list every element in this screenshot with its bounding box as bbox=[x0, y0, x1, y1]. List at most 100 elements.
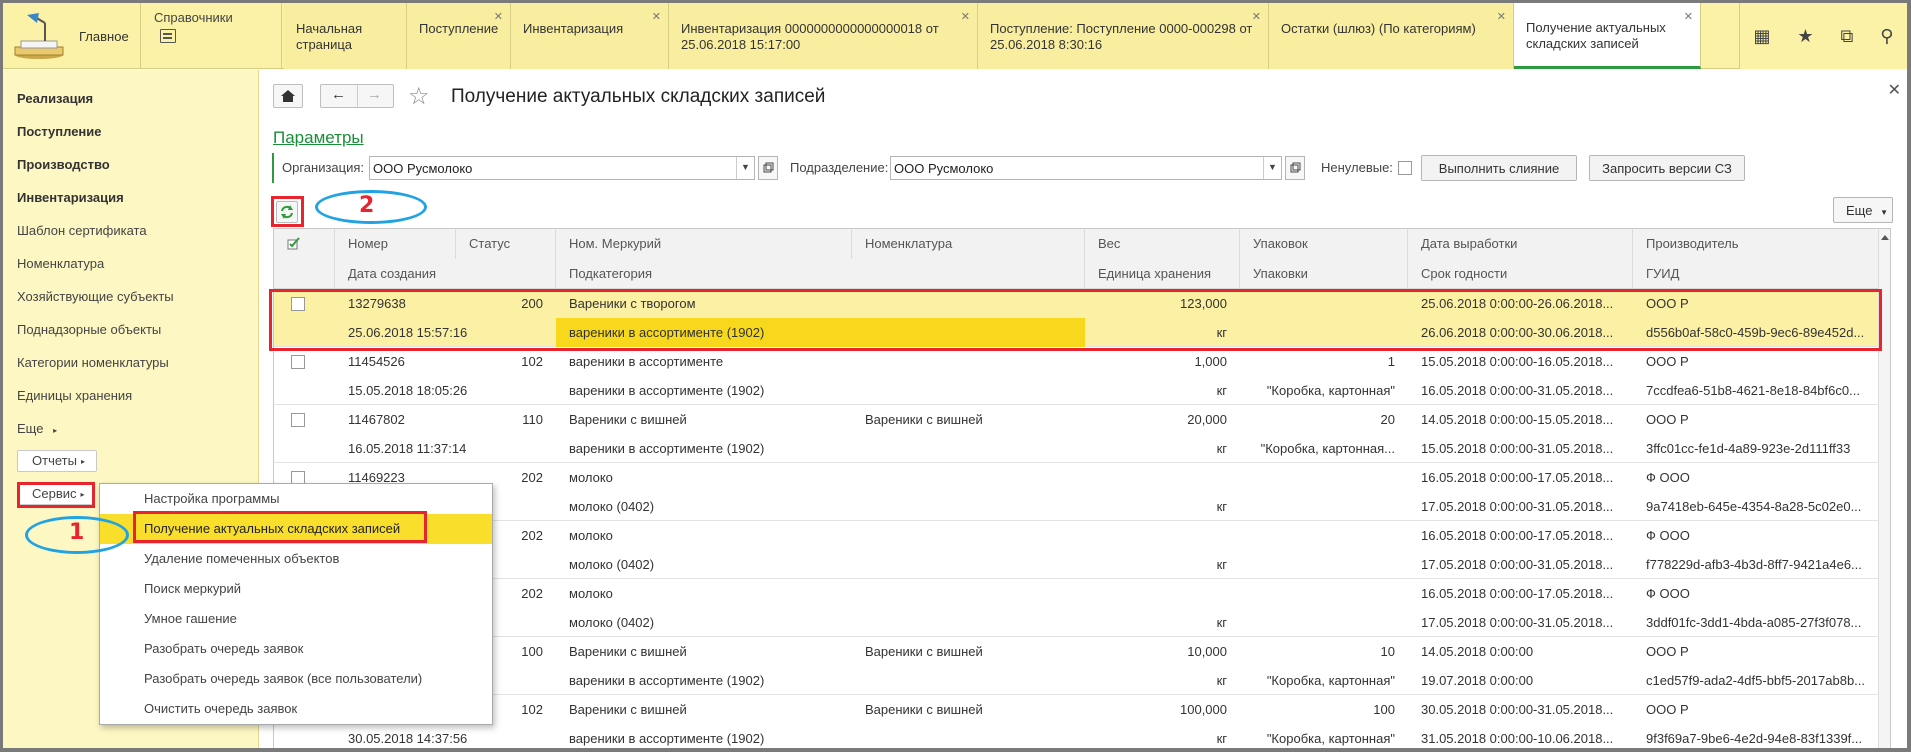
cell-unit[interactable]: кг bbox=[1085, 666, 1240, 695]
cell-expiry[interactable]: 15.05.2018 0:00:00-31.05.2018... bbox=[1408, 434, 1633, 463]
open-icon[interactable] bbox=[1285, 156, 1305, 180]
cell-maker[interactable]: ООО Р bbox=[1633, 637, 1880, 666]
cell-guid[interactable]: 9a7418eb-645e-4354-8a28-5c02e0... bbox=[1633, 492, 1880, 521]
table-row[interactable]: 11454526 102 вареники в ассортименте 1,000 1… bbox=[274, 347, 1890, 405]
cell-pack-type[interactable]: "Коробка, картонная" bbox=[1240, 666, 1408, 695]
header-production-date[interactable]: Дата выработки bbox=[1408, 229, 1633, 259]
menu-item-process-queue[interactable]: Разобрать очередь заявок bbox=[100, 634, 492, 664]
cell-packs[interactable]: 10 bbox=[1240, 637, 1408, 666]
parameters-link[interactable]: Параметры bbox=[273, 128, 364, 148]
sidebar-item-nomenclature[interactable]: Номенклатура bbox=[17, 256, 104, 271]
cell-nom[interactable]: Вареники с вишней bbox=[852, 405, 1085, 434]
cell-subcat[interactable]: вареники в ассортименте (1902) bbox=[556, 666, 1085, 695]
cell-weight[interactable]: 10,000 bbox=[1085, 637, 1240, 666]
cell-packs[interactable]: 20 bbox=[1240, 405, 1408, 434]
sidebar-section-inventory[interactable]: Инвентаризация bbox=[17, 190, 124, 205]
cell-merc[interactable]: вареники в ассортименте bbox=[556, 347, 852, 376]
cell-guid[interactable]: f778229d-afb3-4b3d-8ff7-9421a4e6... bbox=[1633, 550, 1880, 579]
cell-unit[interactable]: кг bbox=[1085, 550, 1240, 579]
tab-receipt[interactable]: Поступление ✕ bbox=[407, 3, 511, 69]
home-section[interactable]: Главное bbox=[3, 3, 141, 69]
table-row[interactable]: 100 Вареники с вишней Вареники с вишней 10,… bbox=[274, 637, 1890, 695]
tab-stock-gateway[interactable]: Остатки (шлюз) (По категориям) ✕ bbox=[1269, 3, 1514, 69]
cell-merc[interactable]: молоко bbox=[556, 463, 852, 492]
table-row[interactable]: 202 молоко 16.05.2018 0:00:00-17.05.2018..… bbox=[274, 579, 1890, 637]
cell-expiry[interactable]: 17.05.2018 0:00:00-31.05.2018... bbox=[1408, 608, 1633, 637]
favorite-star-icon[interactable]: ☆ bbox=[408, 82, 430, 111]
close-icon[interactable]: ✕ bbox=[494, 9, 503, 25]
header-weight[interactable]: Вес bbox=[1085, 229, 1240, 259]
header-nomenclature[interactable]: Номенклатура bbox=[852, 229, 1085, 259]
request-versions-button[interactable]: Запросить версии СЗ bbox=[1589, 155, 1745, 181]
cell-guid[interactable]: 3ffc01cc-fe1d-4a89-923e-2d111ff33 bbox=[1633, 434, 1880, 463]
sidebar-item-business-entities[interactable]: Хозяйствующие субъекты bbox=[17, 289, 174, 304]
menu-item-clear-queue[interactable]: Очистить очередь заявок bbox=[100, 694, 492, 724]
cell-maker[interactable]: ООО Р bbox=[1633, 347, 1880, 376]
cell-maker[interactable]: ООО Р bbox=[1633, 405, 1880, 434]
cell-merc[interactable]: Вареники с вишней bbox=[556, 637, 852, 666]
header-merc-name[interactable]: Ном. Меркурий bbox=[556, 229, 852, 259]
cell-weight[interactable] bbox=[1085, 521, 1240, 550]
header-manufacturer[interactable]: Производитель bbox=[1633, 229, 1880, 259]
tab-receipt-doc[interactable]: Поступление: Поступление 0000-000298 от … bbox=[978, 3, 1269, 69]
header-checkbox-column[interactable] bbox=[274, 229, 335, 289]
cell-subcat[interactable]: вареники в ассортименте (1902) bbox=[556, 376, 1085, 405]
star-icon[interactable]: ★ bbox=[1797, 26, 1813, 47]
chevron-down-icon[interactable]: ▼ bbox=[736, 157, 754, 179]
cell-prod-date[interactable]: 16.05.2018 0:00:00-17.05.2018... bbox=[1408, 521, 1633, 550]
cell-guid[interactable]: 7ccdfea6-51b8-4621-8e18-84bf6c0... bbox=[1633, 376, 1880, 405]
cell-expiry[interactable]: 19.07.2018 0:00:00 bbox=[1408, 666, 1633, 695]
header-storage-unit[interactable]: Единица хранения bbox=[1085, 259, 1240, 289]
cell-maker[interactable]: Ф ООО bbox=[1633, 579, 1880, 608]
sidebar-item-certificate-template[interactable]: Шаблон сертификата bbox=[17, 223, 147, 238]
cell-packs[interactable] bbox=[1240, 463, 1408, 492]
close-icon[interactable]: ✕ bbox=[961, 9, 970, 25]
cell-packs[interactable] bbox=[1240, 521, 1408, 550]
chevron-down-icon[interactable]: ▼ bbox=[1263, 157, 1281, 179]
cell-nom[interactable] bbox=[852, 463, 1085, 492]
close-icon[interactable]: ✕ bbox=[652, 9, 661, 25]
tab-inventory[interactable]: Инвентаризация ✕ bbox=[511, 3, 669, 69]
nonzero-checkbox[interactable] bbox=[1398, 161, 1412, 175]
cell-unit[interactable]: кг bbox=[1085, 608, 1240, 637]
cell-nom[interactable] bbox=[852, 579, 1085, 608]
cell-pack-type[interactable] bbox=[1240, 608, 1408, 637]
cell-status[interactable]: 110 bbox=[456, 405, 556, 434]
tab-start-page[interactable]: Начальная страница bbox=[284, 3, 407, 69]
cell-created[interactable]: 15.05.2018 18:05:26 bbox=[335, 376, 556, 405]
cell-created[interactable]: 30.05.2018 14:37:56 bbox=[335, 724, 556, 748]
cell-prod-date[interactable]: 15.05.2018 0:00:00-16.05.2018... bbox=[1408, 347, 1633, 376]
search-icon[interactable]: ⚲ bbox=[1880, 26, 1893, 47]
cell-guid[interactable]: 3ddf01fc-3dd1-4bda-a085-27f3f078... bbox=[1633, 608, 1880, 637]
cell-merc[interactable]: молоко bbox=[556, 579, 852, 608]
header-created[interactable]: Дата создания bbox=[335, 259, 556, 289]
close-icon[interactable]: ✕ bbox=[1252, 9, 1261, 25]
cell-subcat[interactable]: вареники в ассортименте (1902) bbox=[556, 724, 1085, 748]
reference-section[interactable]: Справочники bbox=[142, 3, 282, 69]
cell-prod-date[interactable]: 30.05.2018 0:00:00-31.05.2018... bbox=[1408, 695, 1633, 724]
cell-number[interactable]: 11454526 bbox=[335, 347, 456, 376]
sidebar-section-receipt[interactable]: Поступление bbox=[17, 124, 102, 139]
cell-subcat[interactable]: молоко (0402) bbox=[556, 608, 1085, 637]
sidebar-section-sales[interactable]: Реализация bbox=[17, 91, 93, 106]
menu-item-delete-marked[interactable]: Удаление помеченных объектов bbox=[100, 544, 492, 574]
close-icon[interactable]: ✕ bbox=[1684, 9, 1693, 25]
cell-guid[interactable]: 9f3f69a7-9be6-4e2d-94e8-83f1339f... bbox=[1633, 724, 1880, 748]
cell-pack-type[interactable]: "Коробка, картонная" bbox=[1240, 724, 1408, 748]
cell-expiry[interactable]: 16.05.2018 0:00:00-31.05.2018... bbox=[1408, 376, 1633, 405]
header-subcategory[interactable]: Подкатегория bbox=[556, 259, 1085, 289]
forward-arrow-icon[interactable]: → bbox=[367, 86, 382, 103]
cell-expiry[interactable]: 31.05.2018 0:00:00-10.06.2018... bbox=[1408, 724, 1633, 748]
menu-item-search-mercury[interactable]: Поиск меркурий bbox=[100, 574, 492, 604]
back-arrow-icon[interactable]: ← bbox=[331, 86, 346, 103]
cell-unit[interactable]: кг bbox=[1085, 434, 1240, 463]
reports-button[interactable]: Отчеты ▸ bbox=[17, 450, 97, 472]
header-status[interactable]: Статус bbox=[456, 229, 556, 259]
apps-icon[interactable]: ▦ bbox=[1753, 26, 1770, 47]
cell-subcat[interactable]: молоко (0402) bbox=[556, 492, 1085, 521]
cell-subcat[interactable]: молоко (0402) bbox=[556, 550, 1085, 579]
table-row[interactable]: 102 Вареники с вишней Вареники с вишней 100… bbox=[274, 695, 1890, 748]
cell-pack-type[interactable] bbox=[1240, 550, 1408, 579]
cell-maker[interactable]: Ф ООО bbox=[1633, 521, 1880, 550]
cell-expiry[interactable]: 17.05.2018 0:00:00-31.05.2018... bbox=[1408, 550, 1633, 579]
